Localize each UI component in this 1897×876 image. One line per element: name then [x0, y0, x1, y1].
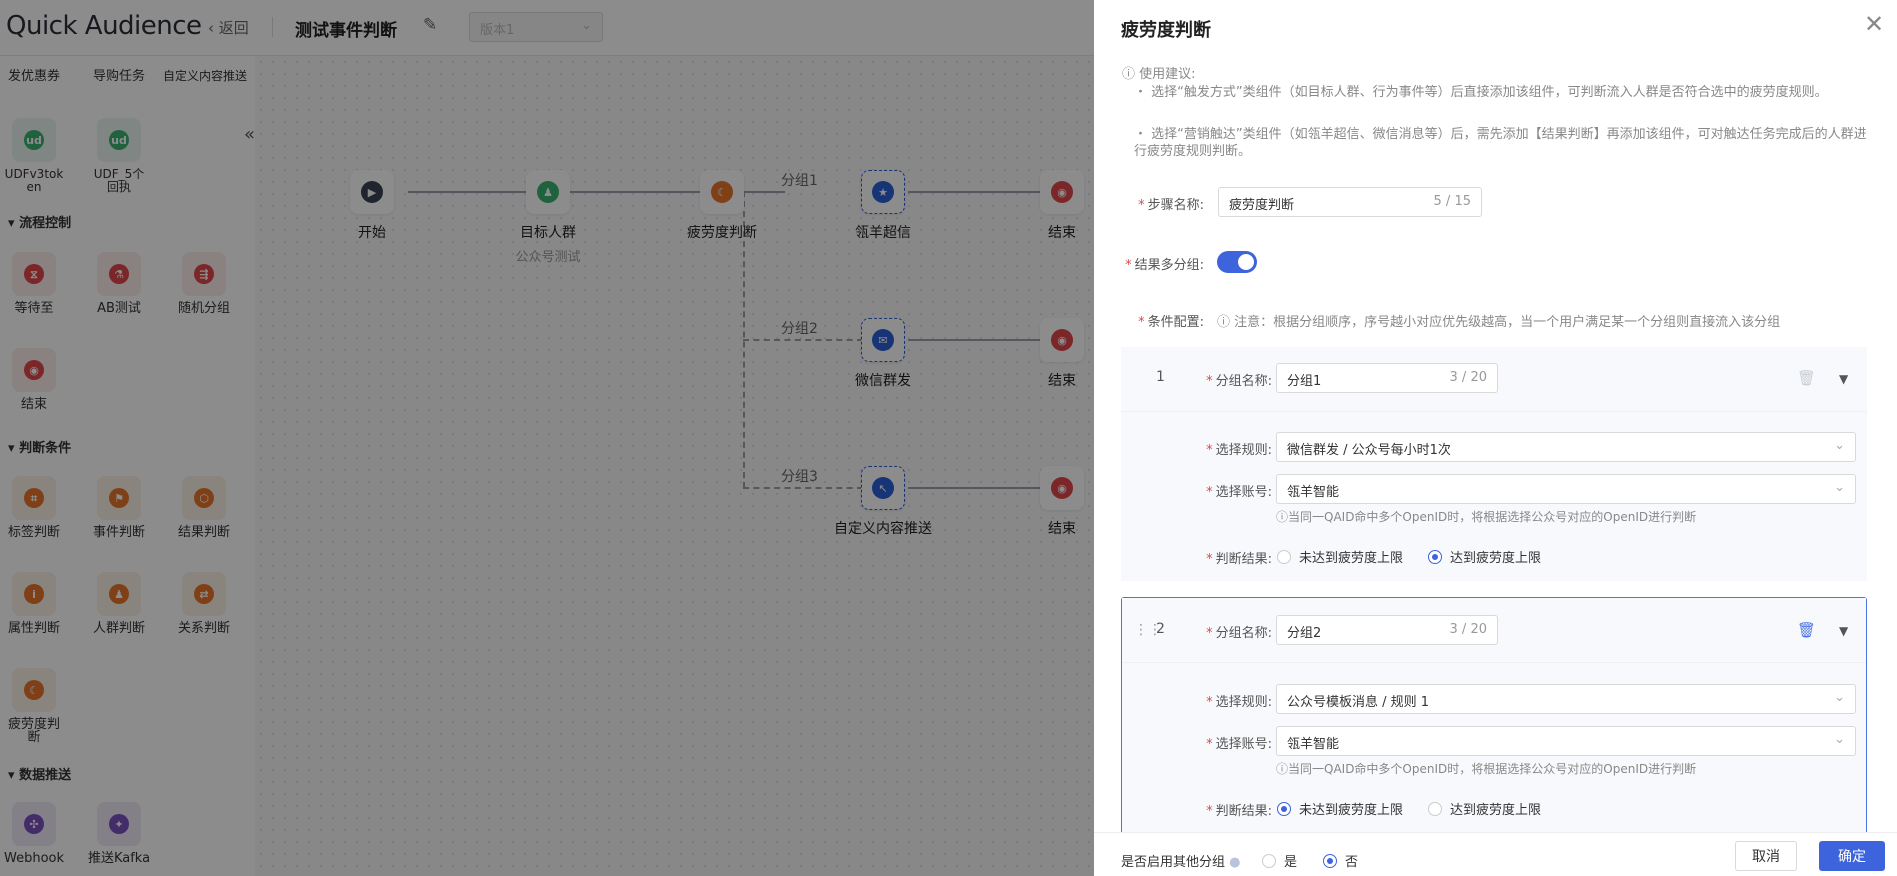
modal-overlay[interactable] — [0, 0, 1094, 876]
radio-label: 是 — [1284, 855, 1298, 870]
trash-icon[interactable]: 🗑 — [1797, 621, 1816, 639]
chevron-down-icon: ⌄ — [1834, 438, 1845, 453]
radio-circle-selected — [1428, 549, 1442, 564]
radio-not-reached[interactable]: 未达到疲劳度上限 — [1277, 799, 1403, 818]
rule-select[interactable]: 微信群发 / 公众号每小时1次 ⌄ — [1276, 432, 1856, 462]
result-label: * 判断结果: — [1206, 552, 1272, 567]
chevron-down-icon: ⌄ — [1834, 732, 1845, 747]
radio-circle — [1277, 549, 1291, 564]
input-value: 疲劳度判断 — [1229, 198, 1295, 213]
rule-select[interactable]: 公众号模板消息 / 规则 1 ⌄ — [1276, 684, 1856, 714]
fatigue-config-drawer: 疲劳度判断 ✕ ⓘ 使用建议: ・ 选择“触发方式”类组件（如目标人群、行为事件… — [1094, 0, 1897, 876]
select-value: 瓴羊智能 — [1287, 485, 1340, 500]
condition-note: ⓘ 注意：根据分组顺序，序号越小对应优先级越高，当一个用户满足某一个分组则直接流… — [1217, 315, 1781, 330]
radio-label: 否 — [1345, 855, 1359, 870]
chevron-down-icon: ⌄ — [1834, 480, 1845, 495]
radio-not-reached[interactable]: 未达到疲劳度上限 — [1277, 547, 1403, 566]
account-label: * 选择账号: — [1206, 737, 1272, 752]
rule-label: * 选择规则: — [1206, 443, 1272, 458]
radio-label: 未达到疲劳度上限 — [1299, 551, 1404, 566]
group-name-input[interactable]: 分组2 3 / 20 — [1276, 615, 1498, 645]
close-icon[interactable]: ✕ — [1864, 12, 1884, 36]
multi-group-toggle[interactable] — [1217, 251, 1257, 273]
group-name-label: * 分组名称: — [1206, 374, 1272, 389]
char-count: 3 / 20 — [1449, 370, 1487, 385]
usage-tip-title: ⓘ 使用建议: — [1122, 67, 1196, 82]
account-select[interactable]: 瓴羊智能 ⌄ — [1276, 726, 1856, 756]
radio-label: 达到疲劳度上限 — [1450, 803, 1542, 818]
input-value: 分组2 — [1287, 626, 1322, 641]
group-name-label: * 分组名称: — [1206, 626, 1272, 641]
group-index: 2 — [1156, 621, 1165, 637]
cancel-button[interactable]: 取消 — [1735, 841, 1797, 871]
radio-label: 达到疲劳度上限 — [1450, 551, 1542, 566]
trash-icon[interactable]: 🗑 — [1797, 369, 1816, 387]
info-icon: ● — [1229, 855, 1241, 870]
step-name-input[interactable]: 疲劳度判断 5 / 15 — [1218, 187, 1482, 217]
char-count: 3 / 20 — [1449, 622, 1487, 637]
radio-other-yes[interactable]: 是 — [1262, 851, 1297, 870]
input-value: 分组1 — [1287, 374, 1322, 389]
chevron-down-icon[interactable]: ▼ — [1839, 372, 1848, 386]
other-group-label: 是否启用其他分组 ● — [1121, 855, 1241, 870]
select-value: 微信群发 / 公众号每小时1次 — [1287, 443, 1451, 458]
radio-circle-selected — [1277, 801, 1291, 816]
radio-reached[interactable]: 达到疲劳度上限 — [1428, 799, 1541, 818]
multi-group-label: * 结果多分组: — [1125, 258, 1204, 273]
usage-tip: ・ 选择“触发方式”类组件（如目标人群、行为事件等）后直接添加该组件，可判断流入… — [1134, 85, 1828, 100]
confirm-button[interactable]: 确定 — [1819, 841, 1885, 871]
account-hint: ⓘ当同一QAID命中多个OpenID时，将根据选择公众号对应的OpenID进行判… — [1276, 762, 1697, 776]
radio-circle — [1428, 801, 1442, 816]
char-count: 5 / 15 — [1433, 194, 1471, 209]
group-name-input[interactable]: 分组1 3 / 20 — [1276, 363, 1498, 393]
radio-other-no[interactable]: 否 — [1323, 851, 1358, 870]
group-index: 1 — [1156, 369, 1165, 385]
condition-config-label: * 条件配置: — [1138, 315, 1204, 330]
usage-tip: ・ 选择“营销触达”类组件（如瓴羊超信、微信消息等）后，需先添加【结果判断】再添… — [1134, 127, 1867, 159]
select-value: 公众号模板消息 / 规则 1 — [1287, 695, 1430, 710]
radio-circle-selected — [1323, 853, 1337, 868]
step-name-label: * 步骤名称: — [1138, 198, 1204, 213]
account-label: * 选择账号: — [1206, 485, 1272, 500]
account-hint: ⓘ当同一QAID命中多个OpenID时，将根据选择公众号对应的OpenID进行判… — [1276, 510, 1697, 524]
result-label: * 判断结果: — [1206, 804, 1272, 819]
radio-label: 未达到疲劳度上限 — [1299, 803, 1404, 818]
chevron-down-icon[interactable]: ▼ — [1839, 624, 1848, 638]
drawer-footer: 是否启用其他分组 ● 是 否 取消 确定 — [1094, 832, 1897, 876]
rule-label: * 选择规则: — [1206, 695, 1272, 710]
drawer-title: 疲劳度判断 — [1121, 20, 1211, 41]
select-value: 瓴羊智能 — [1287, 737, 1340, 752]
radio-reached[interactable]: 达到疲劳度上限 — [1428, 547, 1541, 566]
account-select[interactable]: 瓴羊智能 ⌄ — [1276, 474, 1856, 504]
chevron-down-icon: ⌄ — [1834, 690, 1845, 705]
radio-circle — [1262, 853, 1276, 868]
